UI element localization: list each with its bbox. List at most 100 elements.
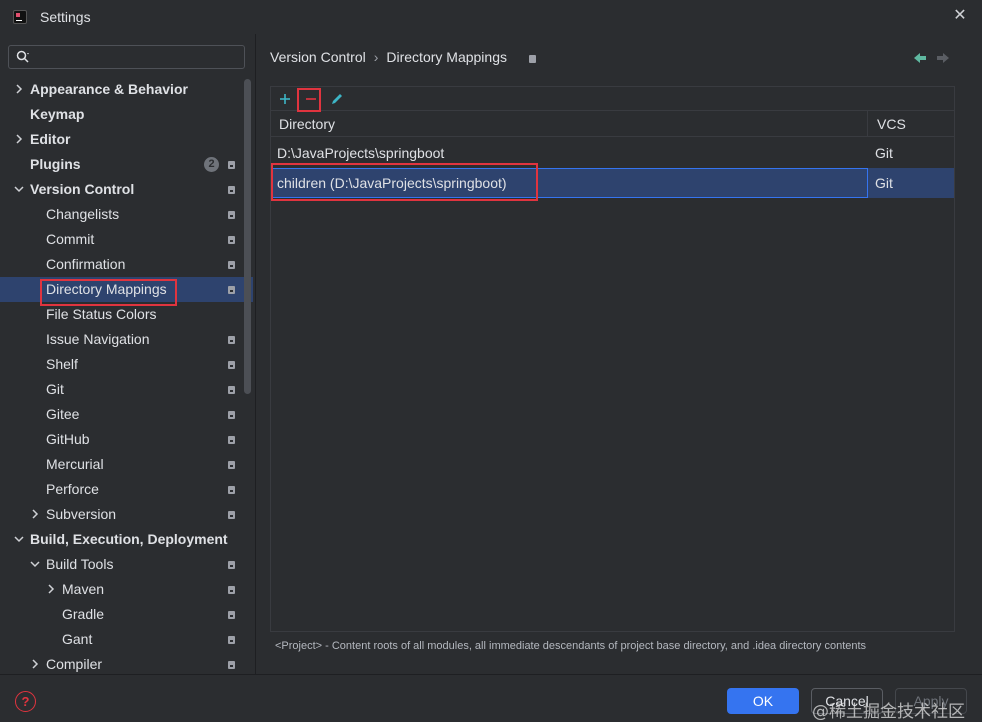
project-scope-icon — [228, 461, 235, 469]
sidebar-item-label: Issue Navigation — [46, 331, 150, 347]
project-scope-icon — [228, 236, 235, 244]
sidebar-item[interactable]: Mercurial — [0, 452, 253, 477]
pencil-icon[interactable] — [328, 90, 346, 108]
sidebar-item[interactable]: Commit — [0, 227, 253, 252]
close-icon[interactable]: ✕ — [950, 6, 970, 26]
project-scope-icon — [228, 261, 235, 269]
sidebar-item[interactable]: Build, Execution, Deployment — [0, 527, 253, 552]
sidebar-item[interactable]: Issue Navigation — [0, 327, 253, 352]
sidebar-item[interactable]: Build Tools — [0, 552, 253, 577]
project-scope-icon — [228, 411, 235, 419]
column-header-vcs[interactable]: VCS — [877, 116, 906, 132]
sidebar-item[interactable]: Subversion — [0, 502, 253, 527]
back-arrow-icon[interactable] — [912, 51, 928, 65]
cell-vcs[interactable]: Git — [875, 145, 893, 161]
intellij-app-icon — [13, 10, 27, 24]
sidebar-item-label: Build Tools — [46, 556, 114, 572]
sidebar-item-label: Version Control — [30, 181, 135, 197]
sidebar-item-label: Gitee — [46, 406, 80, 422]
project-scope-icon — [228, 436, 235, 444]
title-bar: Settings ✕ — [0, 0, 982, 34]
column-divider[interactable] — [867, 111, 868, 137]
sidebar-item-label: Gant — [62, 631, 93, 647]
project-scope-icon — [228, 586, 235, 594]
sidebar-item-label: Subversion — [46, 506, 117, 522]
sidebar-item[interactable]: Confirmation — [0, 252, 253, 277]
search-field[interactable] — [8, 45, 245, 69]
sidebar-item-label: Editor — [30, 131, 71, 147]
sidebar-item-label: Shelf — [46, 356, 78, 372]
table-toolbar — [271, 87, 954, 111]
project-scope-icon — [228, 211, 235, 219]
sidebar-item[interactable]: Maven — [0, 577, 253, 602]
project-scope-icon — [529, 55, 536, 63]
chevron-right-icon[interactable] — [29, 508, 41, 520]
cell-directory[interactable]: D:\JavaProjects\springboot — [277, 145, 444, 161]
sidebar-scrollbar[interactable] — [244, 79, 251, 394]
table-header: Directory VCS — [271, 111, 954, 137]
sidebar-item-label: Plugins — [30, 156, 81, 172]
breadcrumb-current: Directory Mappings — [386, 49, 507, 65]
sidebar-item-label: Appearance & Behavior — [30, 81, 188, 97]
breadcrumb: Version Control › Directory Mappings — [270, 49, 507, 65]
sidebar-item[interactable]: Changelists — [0, 202, 253, 227]
sidebar-item-label: Commit — [46, 231, 95, 247]
project-scope-icon — [228, 511, 235, 519]
project-scope-icon — [228, 186, 235, 194]
breadcrumb-parent[interactable]: Version Control — [270, 49, 366, 65]
sidebar-item-label: Perforce — [46, 481, 99, 497]
breadcrumb-separator: › — [373, 49, 379, 65]
highlight-box-directory-mappings — [40, 279, 177, 306]
highlight-box-children-row — [271, 163, 538, 201]
mappings-footnote: <Project> - Content roots of all modules… — [275, 640, 867, 652]
sidebar-item[interactable]: Perforce — [0, 477, 253, 502]
sidebar-item-label: File Status Colors — [46, 306, 157, 322]
sidebar-item[interactable]: GitHub — [0, 427, 253, 452]
sidebar-item-label: Compiler — [46, 656, 103, 672]
sidebar-item[interactable]: Appearance & Behavior — [0, 77, 253, 102]
sidebar-item-label: Keymap — [30, 106, 85, 122]
search-icon — [16, 50, 29, 63]
sidebar-item[interactable]: Editor — [0, 127, 253, 152]
chevron-right-icon[interactable] — [13, 83, 25, 95]
sidebar-item-label: Changelists — [46, 206, 120, 222]
chevron-right-icon[interactable] — [45, 583, 57, 595]
sidebar-item-label: Git — [46, 381, 64, 397]
cell-vcs[interactable]: Git — [875, 175, 893, 191]
watermark: @稀土掘金技术社区 — [812, 702, 965, 722]
project-scope-icon — [228, 561, 235, 569]
sidebar-item[interactable]: Gant — [0, 627, 253, 652]
chevron-right-icon[interactable] — [29, 658, 41, 670]
sidebar-item[interactable]: Gradle — [0, 602, 253, 627]
sidebar-item-label: Maven — [62, 581, 105, 597]
dialog-button-bar: ? OK Cancel Apply @稀土掘金技术社区 — [0, 674, 982, 722]
sidebar-item[interactable]: Shelf — [0, 352, 253, 377]
plus-icon[interactable] — [276, 90, 294, 108]
chevron-down-icon[interactable] — [13, 183, 25, 195]
updates-badge: 2 — [204, 157, 219, 172]
help-icon[interactable]: ? — [15, 691, 36, 712]
project-scope-icon — [228, 361, 235, 369]
project-scope-icon — [228, 336, 235, 344]
sidebar-item-label: GitHub — [46, 431, 90, 447]
column-header-directory[interactable]: Directory — [279, 116, 335, 132]
project-scope-icon — [228, 611, 235, 619]
sidebar-item-label: Mercurial — [46, 456, 104, 472]
ok-button[interactable]: OK — [727, 688, 799, 714]
chevron-right-icon[interactable] — [13, 133, 25, 145]
sidebar-item[interactable]: Keymap — [0, 102, 253, 127]
window-title: Settings — [40, 9, 91, 25]
content-pane: Version Control › Directory Mappings Direc… — [257, 34, 982, 674]
sidebar-item[interactable]: Gitee — [0, 402, 253, 427]
sidebar-item-label: Confirmation — [46, 256, 126, 272]
sidebar-item[interactable]: Version Control — [0, 177, 253, 202]
chevron-down-icon[interactable] — [29, 558, 41, 570]
forward-arrow-icon[interactable] — [935, 51, 951, 65]
sidebar-item[interactable]: Git — [0, 377, 253, 402]
chevron-down-icon[interactable] — [13, 533, 25, 545]
sidebar-item-label: Gradle — [62, 606, 105, 622]
sidebar-item-label: Build, Execution, Deployment — [30, 531, 228, 547]
project-scope-icon — [228, 286, 235, 294]
sidebar-item[interactable]: Plugins 2 — [0, 152, 253, 177]
directory-mappings-panel: Directory VCS D:\JavaProjects\springboot… — [270, 86, 955, 632]
